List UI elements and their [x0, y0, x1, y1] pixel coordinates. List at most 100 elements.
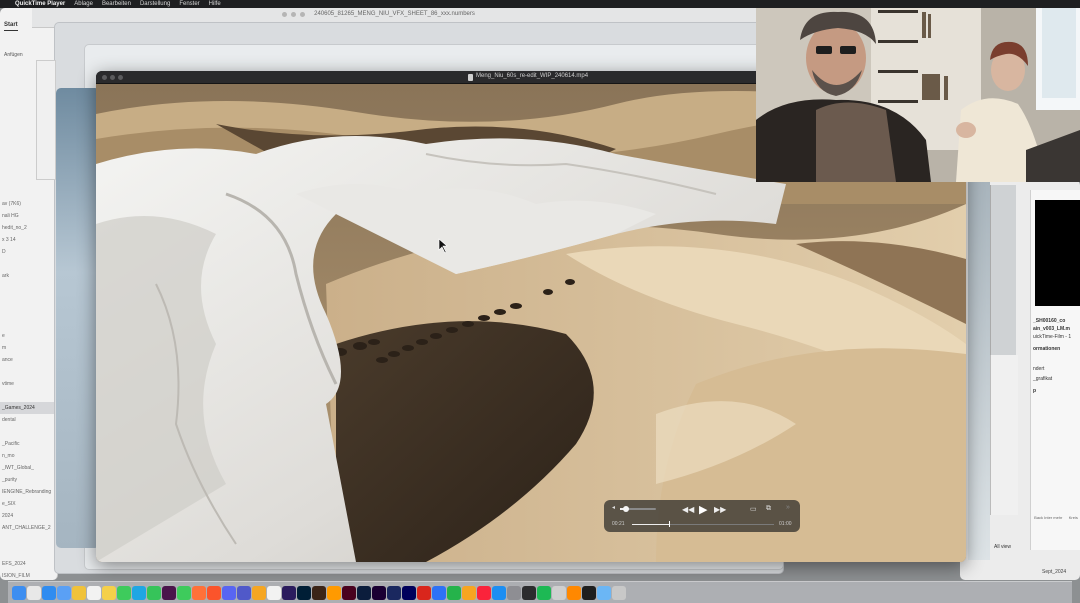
tab-start[interactable]: Start [4, 22, 18, 28]
project-list-item[interactable]: av (7K6) [0, 198, 57, 210]
more-icon[interactable]: » [786, 504, 790, 511]
mail-icon[interactable] [57, 585, 71, 600]
pages-icon[interactable] [462, 585, 476, 600]
calendar-icon[interactable] [267, 585, 281, 600]
trash-icon[interactable] [612, 585, 626, 600]
1password-icon[interactable] [387, 585, 401, 600]
photoshop-icon[interactable] [297, 585, 311, 600]
notes-icon[interactable] [102, 585, 116, 600]
brave-icon[interactable] [207, 585, 221, 600]
music-icon[interactable] [477, 585, 491, 600]
volume-knob[interactable] [623, 506, 629, 512]
vlc-icon[interactable] [567, 585, 581, 600]
project-list-item[interactable]: _purity [0, 474, 57, 486]
messages-icon[interactable] [117, 585, 131, 600]
menu-darstellung[interactable]: Darstellung [140, 0, 170, 8]
media-encoder-icon[interactable] [372, 585, 386, 600]
playhead[interactable] [668, 521, 670, 527]
add-label[interactable]: Anfügen [4, 52, 23, 58]
preview-icon[interactable] [597, 585, 611, 600]
terminal-icon[interactable] [582, 585, 596, 600]
project-list-item[interactable] [0, 294, 57, 306]
project-list-item[interactable] [0, 366, 57, 378]
project-list-item[interactable]: vtime [0, 378, 57, 390]
skype-icon[interactable] [132, 585, 146, 600]
info-button[interactable]: Kreis [1069, 515, 1078, 520]
project-list-item[interactable]: nali HG [0, 210, 57, 222]
lightroom-classic-icon[interactable] [357, 585, 371, 600]
project-list-item[interactable]: _IWT_Global_ [0, 462, 57, 474]
acrobat-icon[interactable] [417, 585, 431, 600]
project-list-item[interactable]: x 3 14 [0, 234, 57, 246]
calendar-14-icon[interactable] [87, 585, 101, 600]
project-list-item[interactable]: ark [0, 270, 57, 282]
bridge-icon[interactable] [312, 585, 326, 600]
project-list-item[interactable]: EFS_2024 [0, 558, 57, 570]
indesign-icon[interactable] [342, 585, 356, 600]
project-list-item[interactable]: dental [0, 414, 57, 426]
firefox-icon[interactable] [192, 585, 206, 600]
whatsapp-icon[interactable] [147, 585, 161, 600]
teams-icon[interactable] [237, 585, 251, 600]
keynote-icon[interactable] [432, 585, 446, 600]
spotify-icon[interactable] [537, 585, 551, 600]
project-list-item[interactable]: ISION_FILM [0, 570, 57, 580]
rewind-icon[interactable]: ◀◀ [682, 505, 694, 514]
menu-fenster[interactable]: Fenster [179, 0, 199, 8]
close-button[interactable] [102, 75, 107, 80]
project-list-item[interactable]: e [0, 330, 57, 342]
quicktime-icon[interactable] [552, 585, 566, 600]
project-list-item[interactable]: IENGINE_Rebranding [0, 486, 57, 498]
system-settings-icon[interactable] [507, 585, 521, 600]
illustrator-icon[interactable] [327, 585, 341, 600]
menu-ablage[interactable]: Ablage [74, 0, 93, 8]
fast-forward-icon[interactable]: ▶▶ [714, 505, 726, 514]
movie-file-icon [468, 74, 473, 81]
numbers-icon[interactable] [447, 585, 461, 600]
project-list-item[interactable]: n_mo [0, 450, 57, 462]
launchpad-icon[interactable] [27, 585, 41, 600]
after-effects-icon[interactable] [402, 585, 416, 600]
project-list-item[interactable] [0, 390, 57, 402]
player-window-title: Meng_Niu_60s_re-edit_WIP_240614.mp4 [476, 73, 589, 79]
project-list-item[interactable]: ance [0, 354, 57, 366]
menu-app-name[interactable]: QuickTime Player [15, 0, 65, 8]
project-list-item[interactable]: _Pacific [0, 438, 57, 450]
project-list-item[interactable] [0, 534, 57, 546]
airplay-icon[interactable]: ▭ [750, 505, 757, 513]
project-list-item[interactable] [0, 318, 57, 330]
project-list-item[interactable]: hedit_no_2 [0, 222, 57, 234]
minimize-button[interactable] [110, 75, 115, 80]
premiere-icon[interactable] [282, 585, 296, 600]
project-list-item[interactable] [0, 426, 57, 438]
play-icon[interactable]: ▶ [699, 503, 707, 516]
speaker-icon[interactable]: ◂ [612, 504, 615, 511]
app-store-icon[interactable] [492, 585, 506, 600]
project-list-item[interactable] [0, 546, 57, 558]
dock [8, 581, 1072, 603]
project-list-item[interactable]: ANT_CHALLENGE_2 [0, 522, 57, 534]
project-list-item[interactable] [0, 282, 57, 294]
project-list-item[interactable]: 2024 [0, 510, 57, 522]
project-list-item[interactable]: m [0, 342, 57, 354]
picture-in-picture-icon[interactable]: ⧉ [766, 505, 771, 513]
menu-hilfe[interactable]: Hilfe [209, 0, 221, 8]
project-list-item[interactable] [0, 258, 57, 270]
facetime-icon[interactable] [177, 585, 191, 600]
zoom-button[interactable] [118, 75, 123, 80]
info-button[interactable]: Back Inter mehr [1034, 515, 1062, 520]
discord-icon[interactable] [222, 585, 236, 600]
activity-icon[interactable] [522, 585, 536, 600]
menu-bearbeiten[interactable]: Bearbeiten [102, 0, 131, 8]
slack-icon[interactable] [162, 585, 176, 600]
scrubber-fill [632, 524, 669, 525]
project-list-item[interactable] [0, 306, 57, 318]
project-list-item[interactable]: e_SIX [0, 498, 57, 510]
photos-icon[interactable] [252, 585, 266, 600]
project-list-item[interactable]: _Games_2024 [0, 402, 57, 414]
finder-icon[interactable] [12, 585, 26, 600]
safari-icon[interactable] [42, 585, 56, 600]
numbers-window-title: 240605_81265_MENG_NIU_VFX_SHEET_86_xxx.n… [314, 11, 475, 17]
project-list-item[interactable]: D [0, 246, 57, 258]
chrome-icon[interactable] [72, 585, 86, 600]
